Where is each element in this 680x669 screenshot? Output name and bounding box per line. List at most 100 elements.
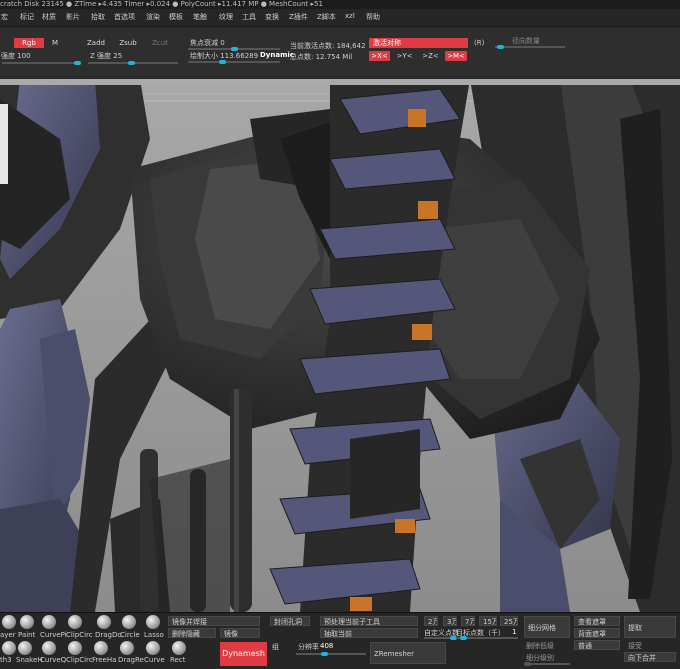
menu-item[interactable]: Z插件 — [289, 12, 308, 22]
focal-shift-label: 焦点衰减 0 — [190, 39, 225, 47]
menu-bar: 宏 标记 材质 影片 拾取 首选项 渲染 模板 笔触 纹理 工具 变换 Z插件 Z脚本 xzl 帮助 — [0, 9, 680, 27]
delete-hidden-button[interactable]: 删除隐藏 — [168, 628, 216, 638]
count-3w-button[interactable]: 3万 — [443, 616, 457, 626]
brush-icon[interactable] — [68, 615, 82, 629]
brush-label[interactable]: Rect — [170, 656, 185, 664]
resolution-label: 分辨率 — [298, 643, 319, 651]
brush-label[interactable]: th3 — [0, 656, 12, 664]
brush-icon[interactable] — [122, 615, 136, 629]
brush-label[interactable]: Curve — [144, 656, 165, 664]
brush-icon[interactable] — [18, 641, 32, 655]
radial-count-slider[interactable] — [495, 45, 565, 49]
brush-label[interactable]: Paint — [18, 631, 35, 639]
z-intensity-slider[interactable] — [88, 61, 178, 65]
count-25w-button[interactable]: 25万 — [500, 616, 518, 626]
rgb-intensity-slider[interactable] — [2, 61, 81, 65]
brush-label[interactable]: FreeHa — [92, 656, 116, 664]
activate-symmetry-button[interactable]: 激活对称 — [369, 38, 468, 48]
x-axis-button[interactable]: >X< — [369, 51, 390, 61]
brush-icon[interactable] — [2, 641, 16, 655]
menu-item[interactable]: Z脚本 — [317, 12, 336, 22]
sculpt-model — [0, 79, 680, 612]
zremesher-button[interactable]: ZRemesher — [370, 642, 446, 664]
extract-current-button[interactable]: 抽取当前 — [320, 628, 418, 638]
resolution-slider[interactable] — [296, 652, 366, 656]
accept-button[interactable]: 接受 — [628, 641, 642, 651]
brush-icon[interactable] — [146, 615, 160, 629]
zsub-button[interactable]: Zsub — [117, 38, 139, 48]
preprocess-subtool-button[interactable]: 预处理当前子工具 — [320, 616, 418, 626]
brush-label[interactable]: ayer — [0, 631, 16, 639]
brush-icon[interactable] — [146, 641, 160, 655]
normal-button[interactable]: 普通 — [574, 640, 620, 650]
y-axis-button[interactable]: >Y< — [394, 51, 415, 61]
menu-item[interactable]: 宏 — [1, 12, 8, 22]
view-mask-button[interactable]: 查看遮罩 — [574, 616, 620, 626]
menu-item[interactable]: xzl — [345, 12, 355, 20]
brush-label[interactable]: Circle — [120, 631, 140, 639]
brush-icon[interactable] — [97, 615, 111, 629]
count-7w-button[interactable]: 7万 — [461, 616, 475, 626]
menu-item[interactable]: 模板 — [169, 12, 183, 22]
dynamic-toggle[interactable]: Dynamic — [260, 51, 294, 59]
subdiv-level-slider[interactable] — [524, 662, 570, 666]
menu-item[interactable]: 工具 — [242, 12, 256, 22]
menu-item[interactable]: 变换 — [265, 12, 279, 22]
z-axis-button[interactable]: >Z< — [420, 51, 441, 61]
menu-item[interactable]: 渲染 — [146, 12, 160, 22]
brush-icon[interactable] — [94, 641, 108, 655]
resolution-value[interactable]: 408 — [320, 642, 333, 650]
brush-label[interactable]: CurvePi — [40, 631, 67, 639]
brush-label[interactable]: CurveQ — [40, 656, 66, 664]
brush-icon[interactable] — [20, 615, 34, 629]
extract-button[interactable]: 提取 — [624, 616, 676, 638]
brush-icon[interactable] — [2, 615, 16, 629]
brush-label[interactable]: DragDo — [95, 631, 122, 639]
rgb-button[interactable]: Rgb — [14, 38, 44, 48]
zadd-button[interactable]: Zadd — [86, 38, 106, 48]
custom-count-slider[interactable] — [424, 636, 457, 640]
target-count-value[interactable]: 1 — [512, 628, 516, 636]
backface-mask-button[interactable]: 背面遮罩 — [574, 628, 620, 638]
bottom-shelf: 镜像并焊接 删除隐藏 镜像 封闭孔洞 预处理当前子工具 抽取当前 Dynames… — [0, 612, 680, 669]
zcut-button[interactable]: Zcut — [149, 38, 171, 48]
m-axis-button[interactable]: >M< — [445, 51, 467, 61]
menu-item[interactable]: 影片 — [66, 12, 80, 22]
menu-item[interactable]: 材质 — [42, 12, 56, 22]
total-points-label: 总点数: 12.754 Mil — [290, 53, 353, 61]
brush-label[interactable]: Lasso — [144, 631, 164, 639]
count-2w-button[interactable]: 2万 — [424, 616, 438, 626]
brush-icon[interactable] — [42, 641, 56, 655]
menu-item[interactable]: 笔触 — [193, 12, 207, 22]
merge-down-button[interactable]: 向下合并 — [624, 652, 676, 662]
count-15w-button[interactable]: 15万 — [479, 616, 497, 626]
brush-icon[interactable] — [120, 641, 134, 655]
draw-size-slider[interactable] — [188, 60, 280, 64]
m-button[interactable]: M — [50, 38, 60, 48]
status-bar: cratch Disk 23145 ● ZTime ▸4.435 Timer ▸… — [0, 0, 680, 9]
z-intensity-label: Z 强度 25 — [90, 52, 123, 60]
group-toggle[interactable]: 组 — [272, 642, 279, 652]
menu-item[interactable]: 标记 — [20, 12, 34, 22]
menu-item[interactable]: 帮助 — [366, 12, 380, 22]
menu-item[interactable]: 拾取 — [91, 12, 105, 22]
dynamesh-button[interactable]: Dynamesh — [220, 642, 267, 666]
brush-label[interactable]: ClipCirc — [66, 656, 93, 664]
3d-viewport[interactable] — [0, 79, 680, 612]
mirror-weld-button[interactable]: 镜像并焊接 — [168, 616, 260, 626]
brush-icon[interactable] — [68, 641, 82, 655]
close-holes-button[interactable]: 封闭孔洞 — [270, 616, 310, 626]
subdivide-button[interactable]: 细分网格 — [524, 616, 570, 638]
menu-item[interactable]: 纹理 — [219, 12, 233, 22]
brush-label[interactable]: DragRe — [118, 656, 144, 664]
brush-label[interactable]: ClipCirc — [66, 631, 93, 639]
menu-item[interactable]: 首选项 — [114, 12, 135, 22]
target-count-slider[interactable] — [456, 636, 518, 640]
active-points-label: 当前激活点数: 184,642 — [290, 42, 366, 50]
brush-icon[interactable] — [42, 615, 56, 629]
brush-label[interactable]: SnakeH — [16, 656, 43, 664]
delete-lower-button[interactable]: 删除低级 — [526, 641, 554, 651]
mirror-button[interactable]: 镜像 — [220, 628, 260, 638]
brush-icon[interactable] — [172, 641, 186, 655]
focal-shift-slider[interactable] — [188, 47, 280, 51]
